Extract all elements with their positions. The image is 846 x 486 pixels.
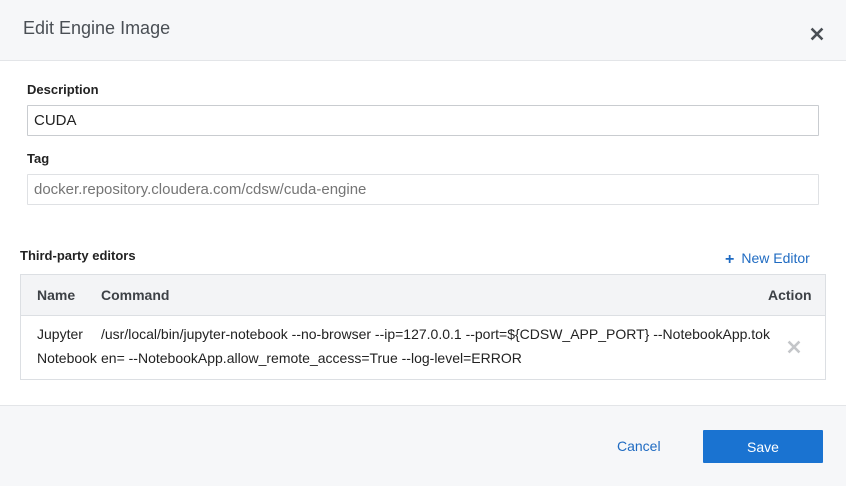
column-header-name: Name xyxy=(37,287,76,303)
editors-table: Name Command Action Jupyter Notebook /us… xyxy=(20,274,826,380)
new-editor-label: New Editor xyxy=(741,250,810,266)
cancel-button[interactable]: Cancel xyxy=(617,438,661,454)
editor-name-line2: Notebook xyxy=(37,350,97,366)
remove-icon[interactable] xyxy=(787,340,801,354)
column-header-action: Action xyxy=(768,287,812,303)
edit-engine-image-dialog: Edit Engine Image Description Tag Third-… xyxy=(0,0,846,486)
dialog-title: Edit Engine Image xyxy=(23,18,171,38)
third-party-editors-title: Third-party editors xyxy=(20,248,136,263)
save-button[interactable]: Save xyxy=(703,430,823,463)
column-header-command: Command xyxy=(101,287,170,303)
dialog-header: Edit Engine Image xyxy=(0,0,846,61)
table-header: Name Command Action xyxy=(21,275,825,316)
tag-label: Tag xyxy=(27,151,50,166)
close-icon[interactable] xyxy=(808,25,826,43)
editor-command-line2: en= --NotebookApp.allow_remote_access=Tr… xyxy=(101,350,522,366)
new-editor-button[interactable]: + New Editor xyxy=(725,250,810,269)
dialog-footer: Cancel Save xyxy=(0,405,846,486)
editor-name-line1: Jupyter xyxy=(37,326,83,342)
editor-command-line1: /usr/local/bin/jupyter-notebook --no-bro… xyxy=(101,326,770,342)
tag-input[interactable] xyxy=(27,174,819,205)
description-label: Description xyxy=(27,82,99,97)
plus-icon: + xyxy=(725,251,735,268)
description-input[interactable] xyxy=(27,105,819,136)
